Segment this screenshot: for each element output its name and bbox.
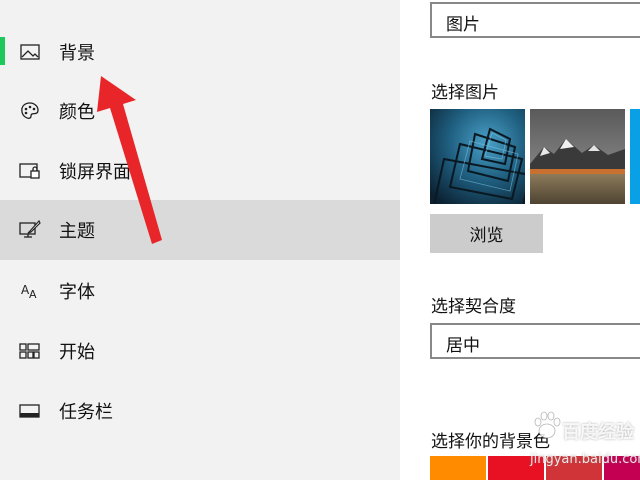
sidebar-item-themes[interactable]: 主题 [0, 200, 400, 260]
sidebar-item-background[interactable]: 背景 [0, 22, 400, 82]
color-swatch[interactable] [430, 456, 486, 480]
sidebar-item-lock-screen[interactable]: 锁屏界面 [0, 141, 400, 201]
start-tiles-icon [18, 339, 42, 363]
sidebar-item-label: 任务栏 [59, 402, 113, 423]
sidebar-item-label: 主题 [59, 221, 95, 242]
dropdown-value: 居中 [446, 336, 480, 356]
sidebar-item-label: 颜色 [59, 102, 95, 123]
browse-button[interactable]: 浏览 [430, 214, 543, 253]
choose-background-color-label: 选择你的背景色 [431, 432, 550, 452]
sidebar-item-label: 字体 [59, 282, 95, 303]
color-swatch[interactable] [546, 456, 602, 480]
sidebar-item-label: 开始 [59, 342, 95, 363]
dropdown-value: 图片 [446, 15, 480, 35]
sidebar-item-start[interactable]: 开始 [0, 321, 400, 381]
fit-dropdown[interactable]: 居中 [430, 323, 640, 359]
lock-screen-icon [18, 159, 42, 183]
wallpaper-thumbnail[interactable] [530, 109, 625, 204]
taskbar-icon [18, 399, 42, 423]
color-swatch[interactable] [488, 456, 544, 480]
color-swatch[interactable] [604, 456, 640, 480]
sidebar-item-label: 背景 [59, 43, 95, 64]
sidebar: 背景 颜色 锁屏界面 主题 AA 字体 开始 任务栏 [0, 0, 400, 480]
sidebar-item-taskbar[interactable]: 任务栏 [0, 381, 400, 441]
theme-brush-icon [18, 218, 42, 242]
svg-text:A: A [29, 288, 37, 300]
choose-fit-label: 选择契合度 [431, 297, 516, 317]
wallpaper-thumbnail[interactable] [430, 109, 525, 204]
choose-picture-label: 选择图片 [431, 83, 499, 103]
sidebar-item-colors[interactable]: 颜色 [0, 81, 400, 141]
picture-icon [18, 40, 42, 64]
wallpaper-thumbnail[interactable] [630, 109, 640, 204]
sidebar-item-label: 锁屏界面 [59, 162, 131, 183]
background-type-dropdown[interactable]: 图片 [430, 2, 640, 38]
font-icon: AA [18, 279, 42, 303]
sidebar-item-fonts[interactable]: AA 字体 [0, 261, 400, 321]
palette-icon [18, 99, 42, 123]
